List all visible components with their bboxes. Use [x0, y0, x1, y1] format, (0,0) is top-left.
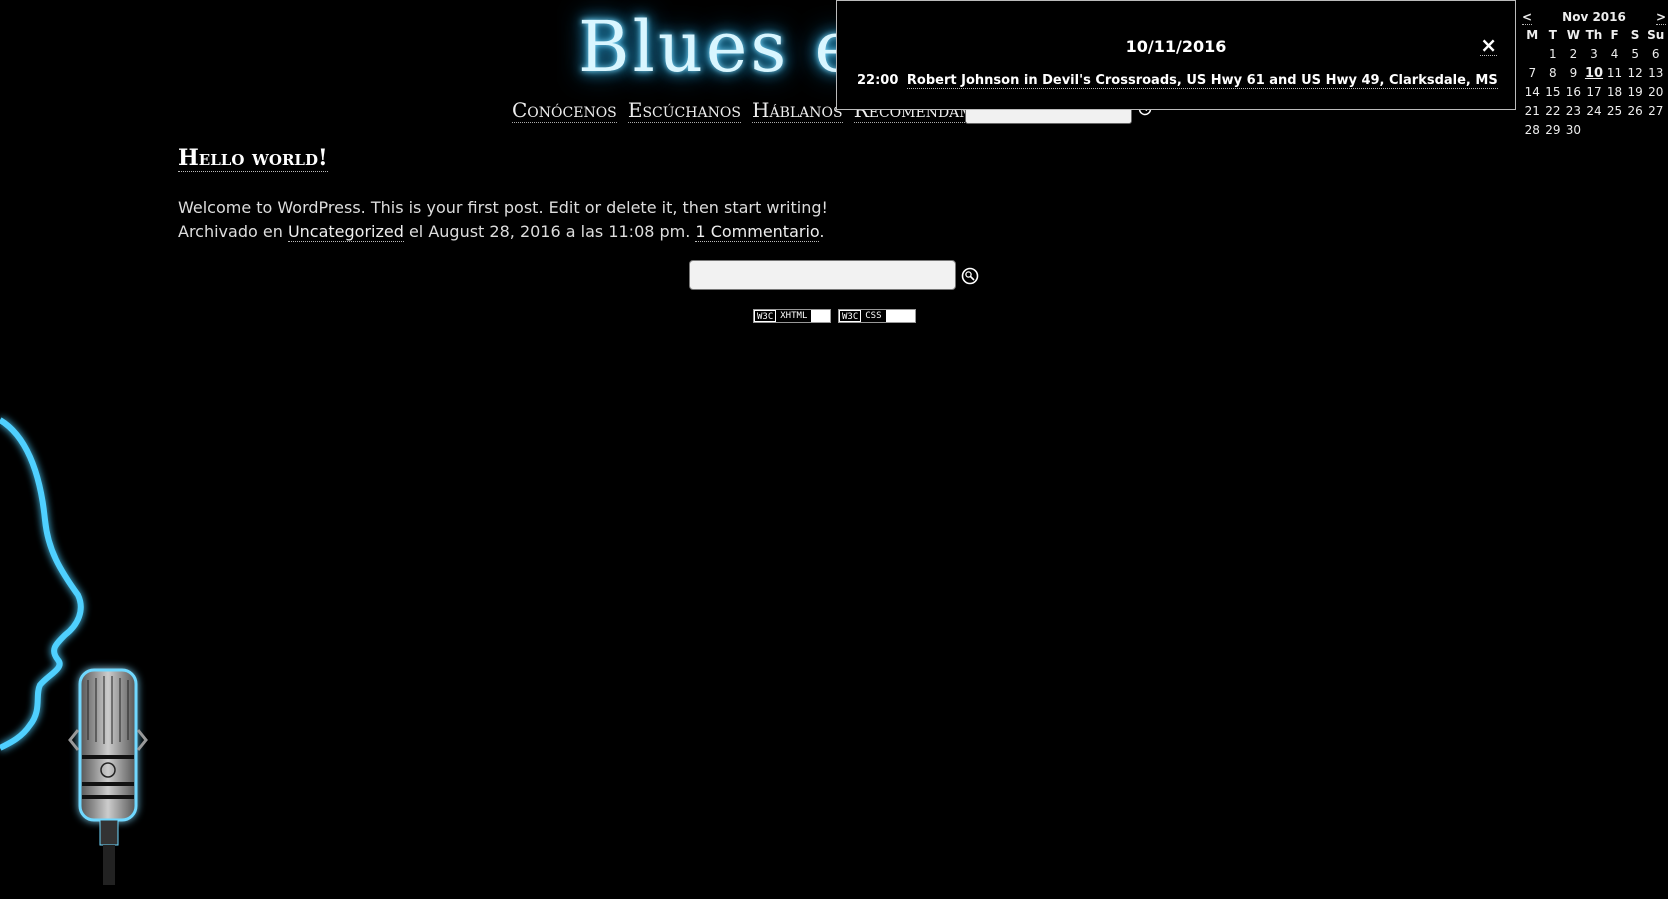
search-submit-icon[interactable] [961, 267, 979, 285]
event-time: 22:00 [857, 73, 899, 88]
popup-event: 22:00 Robert Johnson in Devil's Crossroa… [857, 73, 1498, 89]
calendar-weekday: W [1566, 28, 1581, 42]
calendar-weekday: M [1526, 28, 1539, 42]
post-title[interactable]: Hello world! [178, 145, 328, 172]
post-body: Welcome to WordPress. This is your first… [178, 198, 828, 217]
calendar-day: 1 [1549, 47, 1557, 61]
event-popup: 10/11/2016 × 22:00 Robert Johnson in Dev… [836, 0, 1516, 110]
calendar-day-empty [1522, 47, 1543, 62]
post-meta-date: el August 28, 2016 a las 11:08 pm. [403, 222, 696, 241]
xhtml-label: XHTML [776, 310, 812, 322]
comments-link[interactable]: 1 Commentario [695, 222, 820, 242]
calendar-day: 16 [1565, 85, 1582, 99]
calendar-weekday: S [1630, 28, 1640, 42]
calendar-next-button[interactable]: > [1655, 10, 1666, 25]
singer-microphone-image [0, 417, 148, 885]
w3c-xhtml-badge[interactable]: W3C XHTML [753, 309, 831, 323]
popup-date: 10/11/2016 [1125, 37, 1227, 56]
calendar-day: 5 [1631, 47, 1639, 61]
calendar-day-empty [1584, 123, 1605, 138]
calendar-day: 22 [1545, 104, 1561, 118]
calendar-day: 13 [1648, 66, 1664, 80]
calendar-day: 19 [1627, 85, 1643, 99]
calendar-day: 4 [1610, 47, 1619, 61]
css-label: CSS [861, 310, 886, 322]
calendar-grid: M T W Th F S Su 1 2 3 4 5 6 7 8 9 10 11 12 13 14 15 16 17 18 19 20… [1522, 28, 1666, 138]
calendar-weekday: F [1610, 28, 1619, 42]
event-link[interactable]: Robert Johnson in Devil's Crossroads, US… [906, 73, 1498, 89]
nav-item-escuchanos[interactable]: Escúchanos [627, 98, 741, 123]
calendar-day: 27 [1648, 104, 1664, 118]
calendar-day: 17 [1586, 85, 1602, 99]
calendar-day: 18 [1606, 85, 1623, 99]
calendar-day: 12 [1627, 66, 1643, 80]
w3c-label: W3C [839, 310, 862, 322]
nav-item-hablanos[interactable]: Háblanos [752, 98, 843, 123]
calendar-month: Nov 2016 [1562, 10, 1626, 24]
calendar-day: 29 [1545, 123, 1561, 137]
calendar-day-empty [1625, 123, 1646, 138]
calendar-weekday: T [1548, 28, 1557, 42]
post-meta-prefix: Archivado en [178, 222, 288, 241]
calendar-weekday: Su [1647, 28, 1665, 42]
post-meta: Archivado en Uncategorized el August 28,… [178, 220, 825, 244]
close-icon[interactable]: × [1480, 35, 1497, 56]
calendar-header: < Nov 2016 > [1522, 8, 1666, 26]
calendar-day: 15 [1545, 85, 1561, 99]
calendar-day: 28 [1524, 123, 1540, 137]
calendar-day: 7 [1528, 66, 1537, 80]
category-link[interactable]: Uncategorized [287, 222, 404, 242]
calendar-day: 20 [1648, 85, 1664, 99]
w3c-css-badge[interactable]: W3C CSS [838, 309, 916, 323]
calendar-weekday: Th [1585, 28, 1603, 42]
calendar-day: 3 [1590, 47, 1598, 61]
calendar-day: 2 [1569, 47, 1578, 61]
event-calendar: < Nov 2016 > M T W Th F S Su 1 2 3 4 5 6 7 8 9 10 11 12 13 1… [1522, 8, 1666, 138]
calendar-day-empty [1645, 123, 1666, 138]
calendar-day: 24 [1586, 104, 1602, 118]
nav-item-conocenos[interactable]: Conócenos [512, 98, 617, 123]
calendar-day: 26 [1627, 104, 1643, 118]
calendar-day: 6 [1651, 47, 1660, 61]
calendar-day: 30 [1565, 123, 1582, 137]
calendar-day: 23 [1565, 104, 1582, 118]
search-input[interactable] [689, 260, 956, 290]
w3c-label: W3C [754, 310, 777, 322]
post-meta-suffix: . [819, 222, 825, 241]
calendar-day: 21 [1524, 104, 1540, 118]
calendar-day: 25 [1606, 104, 1623, 118]
calendar-day-empty [1604, 123, 1625, 138]
calendar-day: 8 [1549, 66, 1557, 80]
calendar-day: 14 [1524, 85, 1540, 99]
calendar-day-today[interactable]: 10 [1584, 66, 1605, 81]
calendar-day: 11 [1606, 66, 1623, 80]
calendar-day: 9 [1569, 66, 1578, 80]
calendar-prev-button[interactable]: < [1522, 10, 1533, 25]
